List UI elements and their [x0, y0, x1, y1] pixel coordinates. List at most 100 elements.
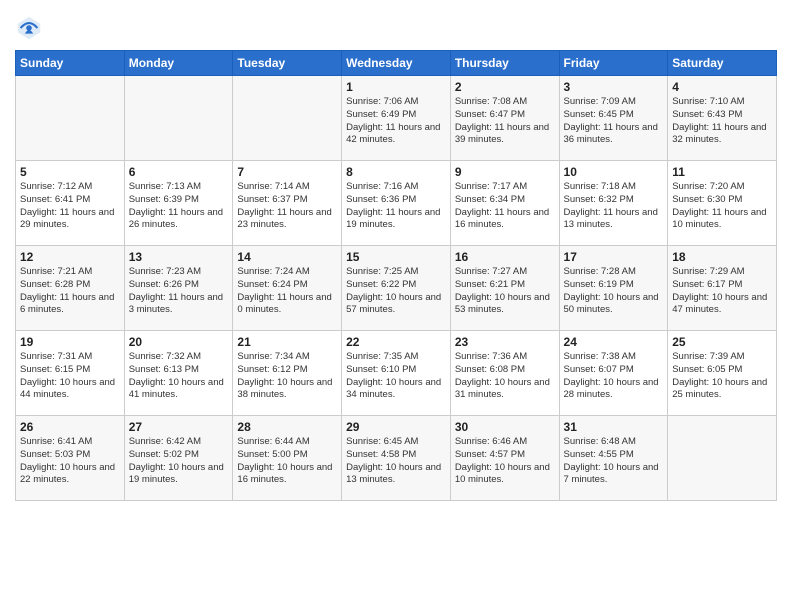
day-info: Sunrise: 7:25 AM Sunset: 6:22 PM Dayligh…	[346, 266, 446, 317]
day-number: 17	[564, 250, 664, 264]
header	[15, 10, 777, 42]
day-number: 13	[129, 250, 229, 264]
day-number: 21	[237, 335, 337, 349]
day-info: Sunrise: 7:21 AM Sunset: 6:28 PM Dayligh…	[20, 266, 120, 317]
day-cell: 14Sunrise: 7:24 AM Sunset: 6:24 PM Dayli…	[233, 246, 342, 331]
day-info: Sunrise: 7:34 AM Sunset: 6:12 PM Dayligh…	[237, 351, 337, 402]
day-number: 19	[20, 335, 120, 349]
day-info: Sunrise: 7:16 AM Sunset: 6:36 PM Dayligh…	[346, 181, 446, 232]
day-number: 30	[455, 420, 555, 434]
day-info: Sunrise: 7:36 AM Sunset: 6:08 PM Dayligh…	[455, 351, 555, 402]
day-cell: 26 Sunrise: 6:41 AM Sunset: 5:03 PM Dayli…	[16, 416, 125, 501]
day-info: Sunrise: 7:35 AM Sunset: 6:10 PM Dayligh…	[346, 351, 446, 402]
day-cell: 9 Sunrise: 7:17 AM Sunset: 6:34 PM Daylig…	[450, 161, 559, 246]
day-info: Sunrise: 7:27 AM Sunset: 6:21 PM Dayligh…	[455, 266, 555, 317]
week-row-1: 1 Sunrise: 7:06 AM Sunset: 6:49 PM Daylig…	[16, 76, 777, 161]
weekday-header-thursday: Thursday	[450, 51, 559, 76]
day-cell: 25 Sunrise: 7:39 AM Sunset: 6:05 PM Dayli…	[668, 331, 777, 416]
day-info: Sunrise: 7:06 AM Sunset: 6:49 PM Dayligh…	[346, 96, 446, 147]
day-number: 22	[346, 335, 446, 349]
day-cell: 4 Sunrise: 7:10 AM Sunset: 6:43 PM Daylig…	[668, 76, 777, 161]
day-number: 26	[20, 420, 120, 434]
day-cell: 8 Sunrise: 7:16 AM Sunset: 6:36 PM Daylig…	[342, 161, 451, 246]
day-number: 1	[346, 80, 446, 94]
day-info: Sunrise: 6:48 AM Sunset: 4:55 PM Dayligh…	[564, 436, 664, 487]
day-number: 2	[455, 80, 555, 94]
day-info: Sunrise: 7:14 AM Sunset: 6:37 PM Dayligh…	[237, 181, 337, 232]
day-cell: 29Sunrise: 6:45 AM Sunset: 4:58 PM Dayli…	[342, 416, 451, 501]
day-info: Sunrise: 7:31 AM Sunset: 6:15 PM Dayligh…	[20, 351, 120, 402]
weekday-header-friday: Friday	[559, 51, 668, 76]
day-cell: 27Sunrise: 6:42 AM Sunset: 5:02 PM Dayli…	[124, 416, 233, 501]
day-info: Sunrise: 7:20 AM Sunset: 6:30 PM Dayligh…	[672, 181, 772, 232]
day-cell: 17 Sunrise: 7:28 AM Sunset: 6:19 PM Dayli…	[559, 246, 668, 331]
day-cell: 19 Sunrise: 7:31 AM Sunset: 6:15 PM Dayli…	[16, 331, 125, 416]
day-info: Sunrise: 7:24 AM Sunset: 6:24 PM Dayligh…	[237, 266, 337, 317]
day-cell: 30 Sunrise: 6:46 AM Sunset: 4:57 PM Dayli…	[450, 416, 559, 501]
day-number: 20	[129, 335, 229, 349]
day-info: Sunrise: 6:46 AM Sunset: 4:57 PM Dayligh…	[455, 436, 555, 487]
day-info: Sunrise: 7:29 AM Sunset: 6:17 PM Dayligh…	[672, 266, 772, 317]
calendar-table: SundayMondayTuesdayWednesdayThursdayFrid…	[15, 50, 777, 501]
day-cell: 31 Sunrise: 6:48 AM Sunset: 4:55 PM Dayli…	[559, 416, 668, 501]
day-cell: 1 Sunrise: 7:06 AM Sunset: 6:49 PM Daylig…	[342, 76, 451, 161]
day-cell	[16, 76, 125, 161]
day-cell: 28Sunrise: 6:44 AM Sunset: 5:00 PM Dayli…	[233, 416, 342, 501]
day-number: 27	[129, 420, 229, 434]
day-info: Sunrise: 6:45 AM Sunset: 4:58 PM Dayligh…	[346, 436, 446, 487]
day-info: Sunrise: 7:39 AM Sunset: 6:05 PM Dayligh…	[672, 351, 772, 402]
day-cell: 10 Sunrise: 7:18 AM Sunset: 6:32 PM Dayli…	[559, 161, 668, 246]
day-number: 15	[346, 250, 446, 264]
day-cell: 3Sunrise: 7:09 AM Sunset: 6:45 PM Daylig…	[559, 76, 668, 161]
day-number: 6	[129, 165, 229, 179]
day-cell: 6 Sunrise: 7:13 AM Sunset: 6:39 PM Daylig…	[124, 161, 233, 246]
day-number: 7	[237, 165, 337, 179]
day-info: Sunrise: 7:23 AM Sunset: 6:26 PM Dayligh…	[129, 266, 229, 317]
day-cell	[668, 416, 777, 501]
day-number: 9	[455, 165, 555, 179]
day-number: 25	[672, 335, 772, 349]
day-info: Sunrise: 7:13 AM Sunset: 6:39 PM Dayligh…	[129, 181, 229, 232]
day-info: Sunrise: 7:09 AM Sunset: 6:45 PM Dayligh…	[564, 96, 664, 147]
weekday-header-tuesday: Tuesday	[233, 51, 342, 76]
day-number: 18	[672, 250, 772, 264]
day-cell: 7 Sunrise: 7:14 AM Sunset: 6:37 PM Daylig…	[233, 161, 342, 246]
page: SundayMondayTuesdayWednesdayThursdayFrid…	[0, 0, 792, 612]
day-number: 5	[20, 165, 120, 179]
day-number: 23	[455, 335, 555, 349]
day-cell: 5Sunrise: 7:12 AM Sunset: 6:41 PM Daylig…	[16, 161, 125, 246]
day-info: Sunrise: 7:17 AM Sunset: 6:34 PM Dayligh…	[455, 181, 555, 232]
day-cell: 12 Sunrise: 7:21 AM Sunset: 6:28 PM Dayli…	[16, 246, 125, 331]
logo	[15, 14, 47, 42]
day-cell: 21 Sunrise: 7:34 AM Sunset: 6:12 PM Dayli…	[233, 331, 342, 416]
weekday-header-monday: Monday	[124, 51, 233, 76]
day-cell: 13 Sunrise: 7:23 AM Sunset: 6:26 PM Dayli…	[124, 246, 233, 331]
day-number: 12	[20, 250, 120, 264]
day-cell: 18 Sunrise: 7:29 AM Sunset: 6:17 PM Dayli…	[668, 246, 777, 331]
day-cell	[233, 76, 342, 161]
day-number: 10	[564, 165, 664, 179]
day-number: 4	[672, 80, 772, 94]
day-info: Sunrise: 7:38 AM Sunset: 6:07 PM Dayligh…	[564, 351, 664, 402]
day-cell: 15 Sunrise: 7:25 AM Sunset: 6:22 PM Dayli…	[342, 246, 451, 331]
day-info: Sunrise: 7:10 AM Sunset: 6:43 PM Dayligh…	[672, 96, 772, 147]
day-number: 8	[346, 165, 446, 179]
day-number: 31	[564, 420, 664, 434]
weekday-header-sunday: Sunday	[16, 51, 125, 76]
day-number: 28	[237, 420, 337, 434]
week-row-4: 19 Sunrise: 7:31 AM Sunset: 6:15 PM Dayli…	[16, 331, 777, 416]
week-row-5: 26 Sunrise: 6:41 AM Sunset: 5:03 PM Dayli…	[16, 416, 777, 501]
day-number: 24	[564, 335, 664, 349]
week-row-2: 5Sunrise: 7:12 AM Sunset: 6:41 PM Daylig…	[16, 161, 777, 246]
day-cell: 11Sunrise: 7:20 AM Sunset: 6:30 PM Dayli…	[668, 161, 777, 246]
weekday-header-row: SundayMondayTuesdayWednesdayThursdayFrid…	[16, 51, 777, 76]
day-info: Sunrise: 7:28 AM Sunset: 6:19 PM Dayligh…	[564, 266, 664, 317]
day-cell: 24 Sunrise: 7:38 AM Sunset: 6:07 PM Dayli…	[559, 331, 668, 416]
day-cell: 16Sunrise: 7:27 AM Sunset: 6:21 PM Dayli…	[450, 246, 559, 331]
day-info: Sunrise: 6:41 AM Sunset: 5:03 PM Dayligh…	[20, 436, 120, 487]
day-info: Sunrise: 7:18 AM Sunset: 6:32 PM Dayligh…	[564, 181, 664, 232]
weekday-header-wednesday: Wednesday	[342, 51, 451, 76]
day-cell: 23 Sunrise: 7:36 AM Sunset: 6:08 PM Dayli…	[450, 331, 559, 416]
logo-icon	[15, 14, 43, 42]
day-info: Sunrise: 7:32 AM Sunset: 6:13 PM Dayligh…	[129, 351, 229, 402]
